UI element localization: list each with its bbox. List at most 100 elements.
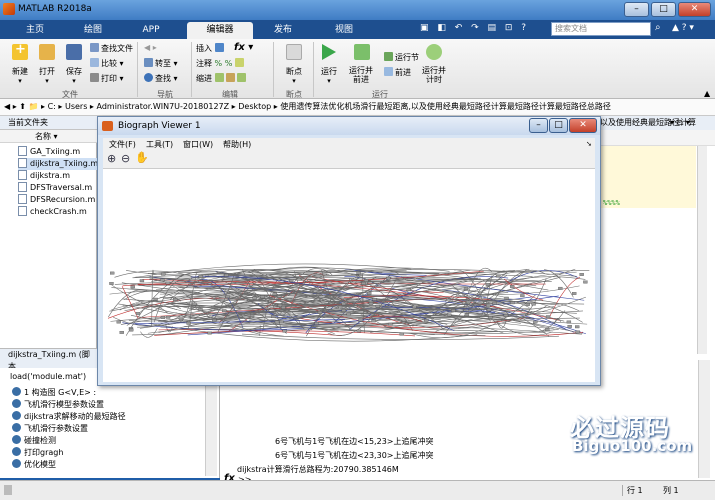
current-folder-title: 当前文件夹 [0,116,97,130]
code-comment-marker: %%%% [603,199,620,207]
menu-tools[interactable]: 工具(T) [146,138,173,151]
graph-node [486,308,492,312]
name-column-header[interactable]: 名称 ▾ [0,130,97,143]
grip-icon [4,485,12,495]
file-item[interactable]: DFSTraversal.m [18,182,97,194]
breakpoint-button[interactable]: 断点 ▾ [279,44,309,85]
breadcrumb-drive[interactable]: C: [48,102,56,111]
biograph-maximize-button[interactable]: □ [549,118,568,133]
advance-button[interactable]: 前进 [384,67,411,78]
search-icon[interactable]: ⌕ [655,22,661,33]
address-bar[interactable]: ◀ ▸ ⬆ 📁 ▸ C: ▸ Users ▸ Administrator.WIN… [0,99,715,116]
breadcrumb-desktop[interactable]: Desktop [238,102,271,111]
compare-button[interactable]: 比较 ▾ [90,58,124,69]
graph-node [363,279,369,282]
open-button[interactable]: 打开 ▾ [35,44,59,85]
menu-file[interactable]: 文件(F) [109,138,136,151]
menu-help[interactable]: 帮助(H) [223,138,251,151]
close-button[interactable]: ✕ [678,2,711,17]
minimize-button[interactable]: – [624,2,649,17]
new-button[interactable]: + 新建 ▾ [8,42,32,85]
editor-scrollbar[interactable] [697,146,707,354]
biograph-title: Biograph Viewer 1 [118,121,201,131]
status-bar: 行 1 列 1 [0,480,715,500]
breadcrumb-admin[interactable]: Administrator.WIN7U-20180127Z [96,102,229,111]
insert-button[interactable]: 插入 [196,43,226,54]
graph-node [531,302,536,306]
graph-node [282,329,287,333]
outline-item[interactable]: 1 构造图 G<V,E> : [12,387,96,399]
run-time-button[interactable]: 运行并计时 [420,44,448,84]
output-line: 6号飞机与1号飞机在边<15,23>上追尾冲突 [275,437,434,446]
outline-item[interactable]: 优化模型 [12,459,56,471]
outline-item[interactable]: dijkstra求解移动的最短路径 [12,411,126,423]
biograph-viewer-window[interactable]: Biograph Viewer 1 – □ ✕ 文件(F) 工具(T) 窗口(W… [97,116,601,386]
details-panel[interactable]: dijkstra_Txiing.m (脚本 [0,348,97,371]
find-files-button[interactable]: 查找文件 [90,43,133,54]
run-section-button[interactable]: 运行节 [384,52,419,63]
zoom-in-icon[interactable]: ⊕ [107,152,116,165]
collapse-ribbon-icon[interactable]: ▲ [704,89,710,98]
indent-button[interactable]: 缩进 [196,73,248,84]
run-button[interactable]: 运行 ▾ [318,44,340,85]
pan-hand-icon[interactable]: ✋ [135,151,149,164]
save-icon [66,44,82,60]
biograph-minimize-button[interactable]: – [529,118,548,133]
tab-editor[interactable]: 编辑器 [187,22,253,39]
tab-apps[interactable]: APP [128,22,174,39]
comment-button[interactable]: 注释 % % [196,58,246,69]
tab-view[interactable]: 视图 [316,22,372,39]
graph-node [509,285,515,288]
editor-tab[interactable]: 以及使用经典最短路径计算 [600,116,715,130]
graph-node [520,294,525,298]
command-scrollbar[interactable] [698,360,710,478]
run-advance-button[interactable]: 运行并前进 [346,44,378,84]
graph-canvas[interactable] [103,169,595,382]
tab-plots[interactable]: 绘图 [70,22,116,39]
tab-home[interactable]: 主页 [12,22,58,39]
file-item[interactable]: checkCrash.m [18,206,97,218]
up-icon[interactable]: ⬆ 📁 ▸ [19,102,47,111]
file-item[interactable]: dijkstra.m [18,170,97,182]
file-item[interactable]: GA_Txiing.m [18,146,97,158]
graph-node [545,328,550,331]
separator [137,42,138,97]
graph-node [412,305,417,309]
fx-button[interactable]: fx ▾ [234,42,253,53]
biograph-close-button[interactable]: ✕ [569,118,597,133]
file-item-selected[interactable]: dijkstra_Txiing.m [18,158,97,170]
breadcrumb-users[interactable]: Users [65,102,87,111]
matlab-logo-icon [3,3,15,15]
file-item[interactable]: DFSRecursion.m [18,194,97,206]
graph-node [198,274,203,278]
graph-node [558,286,563,290]
graph-node [279,320,284,324]
zoom-out-icon[interactable]: ⊖ [121,152,130,165]
outline-item[interactable]: 飞机滑行参数设置 [12,423,88,435]
goto-button[interactable]: 转至 ▾ [144,58,178,69]
quick-access-toolbar[interactable]: ▣ ◧ ↶ ↷ ▤ ⊡ ? [420,23,529,33]
find-button[interactable]: 查找 ▾ [144,73,178,84]
graph-node [583,280,588,284]
print-button[interactable]: 打印 ▾ [90,73,124,84]
menu-overflow-icon[interactable]: ➘ [586,138,592,151]
menu-window[interactable]: 窗口(W) [183,138,213,151]
outline-item[interactable]: 打印gragh [12,447,63,459]
status-position: 行 1 [622,485,643,496]
graph-node [165,281,171,285]
save-button[interactable]: 保存 ▾ [62,44,86,85]
graph-node [464,313,470,317]
graph-node [485,283,491,286]
breadcrumb-folder[interactable]: 使用遗传算法优化机场滑行最短距离,以及使用经典最短路径计算最短路径计算最短路径总… [280,102,611,111]
graph-node [463,287,469,291]
nav-back-forward[interactable]: ◀ ▸ [144,43,157,52]
maximize-button[interactable]: □ [651,2,676,17]
graph-node [274,320,280,324]
outline-item[interactable]: 碰撞检测 [12,435,56,447]
ribbon-controls[interactable]: ▲ ? ▾ [672,23,694,33]
tab-publish[interactable]: 发布 [258,22,308,39]
editor-tab-actions[interactable]: ▾ ⊙ ▾ [670,118,690,127]
back-icon[interactable]: ◀ ▸ [0,102,17,111]
outline-item[interactable]: 飞机滑行模型参数设置 [12,399,104,411]
search-input[interactable]: 搜索文档 [551,22,651,36]
